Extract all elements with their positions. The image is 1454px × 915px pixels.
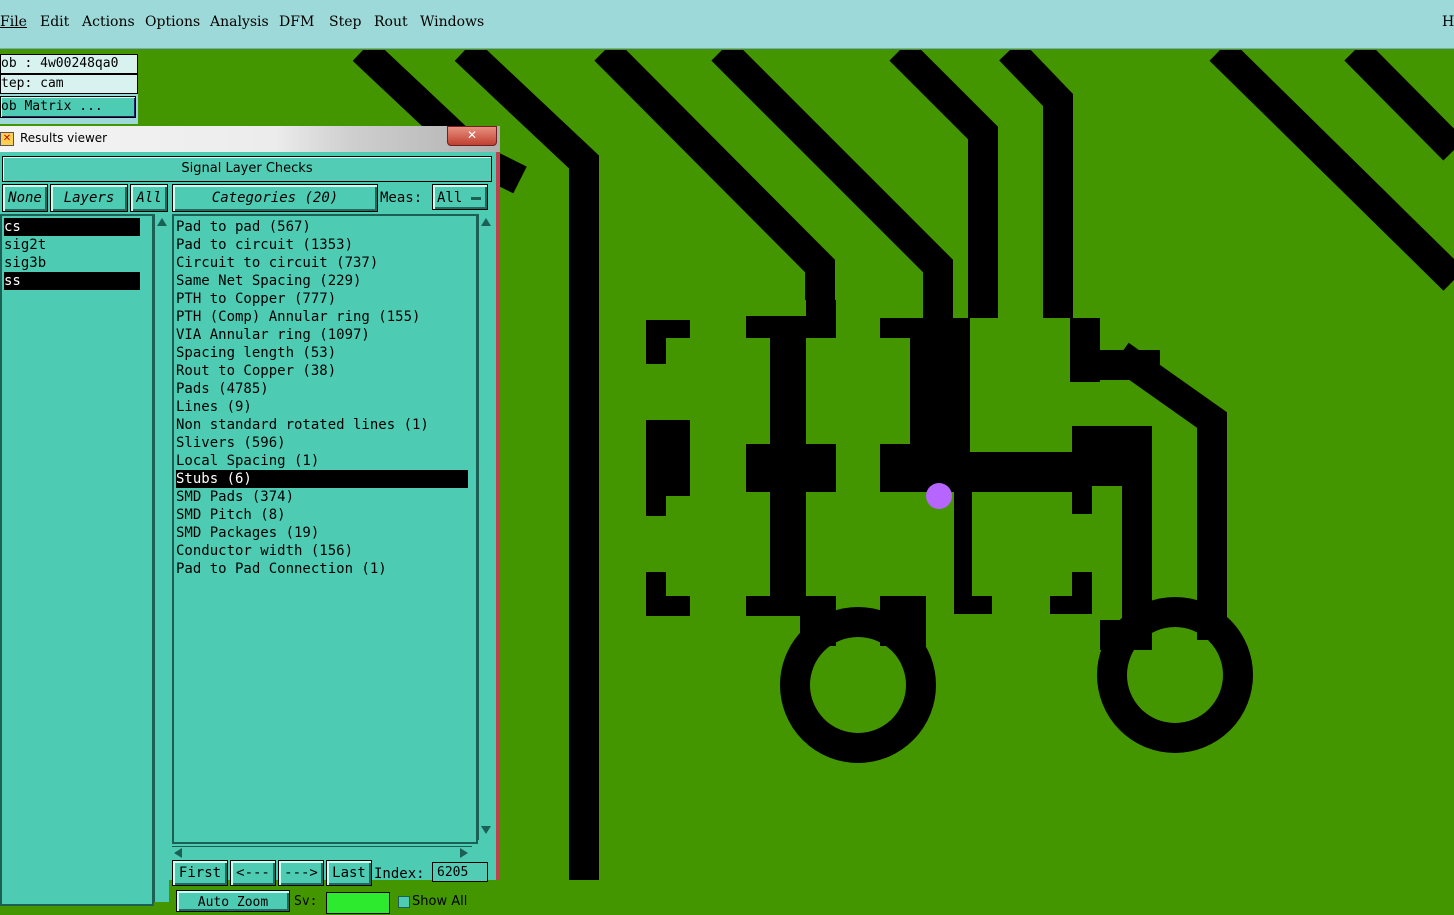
category-item[interactable]: Lines (9) [176, 398, 468, 416]
menu-file[interactable]: File [0, 14, 27, 30]
category-item[interactable]: Slivers (596) [176, 434, 468, 452]
signal-layer-checks-header: Signal Layer Checks [2, 156, 492, 182]
scroll-right-icon[interactable] [460, 848, 468, 858]
layer-item-ss[interactable]: ss [4, 272, 140, 290]
menu-dfm[interactable]: DFM [279, 14, 314, 30]
prev-button[interactable]: <--- [230, 860, 276, 886]
step-name-field: tep: cam [0, 74, 138, 94]
categories-scrollbar[interactable] [478, 214, 493, 840]
last-button[interactable]: Last [326, 860, 372, 886]
category-item[interactable]: Local Spacing (1) [176, 452, 468, 470]
dropdown-icon [471, 197, 481, 200]
category-item[interactable]: SMD Packages (19) [176, 524, 468, 542]
category-item[interactable]: Same Net Spacing (229) [176, 272, 468, 290]
stub-marker[interactable] [926, 483, 952, 509]
window-app-icon: ✕ [0, 132, 14, 146]
sv-label: Sv: [294, 894, 318, 909]
scroll-up-icon[interactable] [157, 218, 167, 226]
show-all-checkbox[interactable] [398, 896, 410, 908]
show-all-label: Show All [412, 894, 468, 909]
layers-all-button[interactable]: All [130, 184, 168, 212]
meas-dropdown-value: All [437, 190, 463, 206]
category-item[interactable]: Spacing length (53) [176, 344, 468, 362]
index-input[interactable]: 6205 [432, 862, 488, 882]
category-item[interactable]: Circuit to circuit (737) [176, 254, 468, 272]
menu-rout[interactable]: Rout [374, 14, 408, 30]
category-item[interactable]: Non standard rotated lines (1) [176, 416, 468, 434]
menu-analysis[interactable]: Analysis [210, 14, 269, 30]
category-item[interactable]: VIA Annular ring (1097) [176, 326, 468, 344]
menu-actions[interactable]: Actions [82, 14, 135, 30]
category-item[interactable]: Pad to circuit (1353) [176, 236, 468, 254]
menu-windows[interactable]: Windows [420, 14, 484, 30]
results-viewer-window: ✕ Results viewer ✕ Signal Layer Checks N… [0, 126, 500, 914]
category-item[interactable]: PTH (Comp) Annular ring (155) [176, 308, 468, 326]
job-matrix-button[interactable]: ob Matrix ... [0, 96, 136, 118]
layers-list[interactable]: cs sig2t sig3b ss [0, 214, 154, 906]
meas-dropdown[interactable]: All [432, 184, 488, 210]
layer-item-sig3b[interactable]: sig3b [4, 254, 140, 272]
categories-button[interactable]: Categories (20) [172, 184, 378, 212]
menu-edit[interactable]: Edit [40, 14, 69, 30]
results-viewer-titlebar[interactable]: ✕ Results viewer ✕ [0, 126, 500, 152]
layers-scrollbar[interactable] [154, 214, 169, 902]
menu-options[interactable]: Options [145, 14, 200, 30]
window-title: Results viewer [20, 131, 108, 145]
auto-zoom-dropdown[interactable]: Auto Zoom [176, 890, 290, 912]
category-item[interactable]: Pad to pad (567) [176, 218, 468, 236]
job-info-panel: ob : 4w00248qa0 tep: cam ob Matrix ... [0, 54, 138, 124]
category-item[interactable]: SMD Pads (374) [176, 488, 468, 506]
scroll-left-icon[interactable] [174, 848, 182, 858]
scroll-down-icon[interactable] [481, 826, 491, 834]
category-item[interactable]: Stubs (6) [176, 470, 468, 488]
first-button[interactable]: First [172, 860, 228, 886]
layers-toggle-button[interactable]: Layers [50, 184, 128, 212]
close-button[interactable]: ✕ [447, 126, 497, 146]
next-button[interactable]: ---> [278, 860, 324, 886]
categories-hscrollbar[interactable] [172, 846, 472, 859]
sv-color-swatch[interactable] [326, 892, 390, 914]
category-item[interactable]: PTH to Copper (777) [176, 290, 468, 308]
category-item[interactable]: Pad to Pad Connection (1) [176, 560, 468, 578]
menu-step[interactable]: Step [329, 14, 361, 30]
category-item[interactable]: Pads (4785) [176, 380, 468, 398]
layers-none-button[interactable]: None [2, 184, 48, 212]
category-item[interactable]: SMD Pitch (8) [176, 506, 468, 524]
layer-item-cs[interactable]: cs [4, 218, 140, 236]
scroll-up-icon[interactable] [481, 218, 491, 226]
job-name-field: ob : 4w00248qa0 [0, 54, 138, 74]
layer-item-sig2t[interactable]: sig2t [4, 236, 140, 254]
category-item[interactable]: Conductor width (156) [176, 542, 468, 560]
menu-help[interactable]: H [1442, 14, 1454, 30]
menu-bar: File Edit Actions Options Analysis DFM S… [0, 0, 1454, 49]
results-viewer-body: Signal Layer Checks None Layers All cs s… [0, 152, 496, 914]
categories-list[interactable]: Pad to pad (567) Pad to circuit (1353) Cir… [172, 214, 478, 844]
category-item[interactable]: Rout to Copper (38) [176, 362, 468, 380]
meas-label: Meas: [380, 190, 423, 206]
